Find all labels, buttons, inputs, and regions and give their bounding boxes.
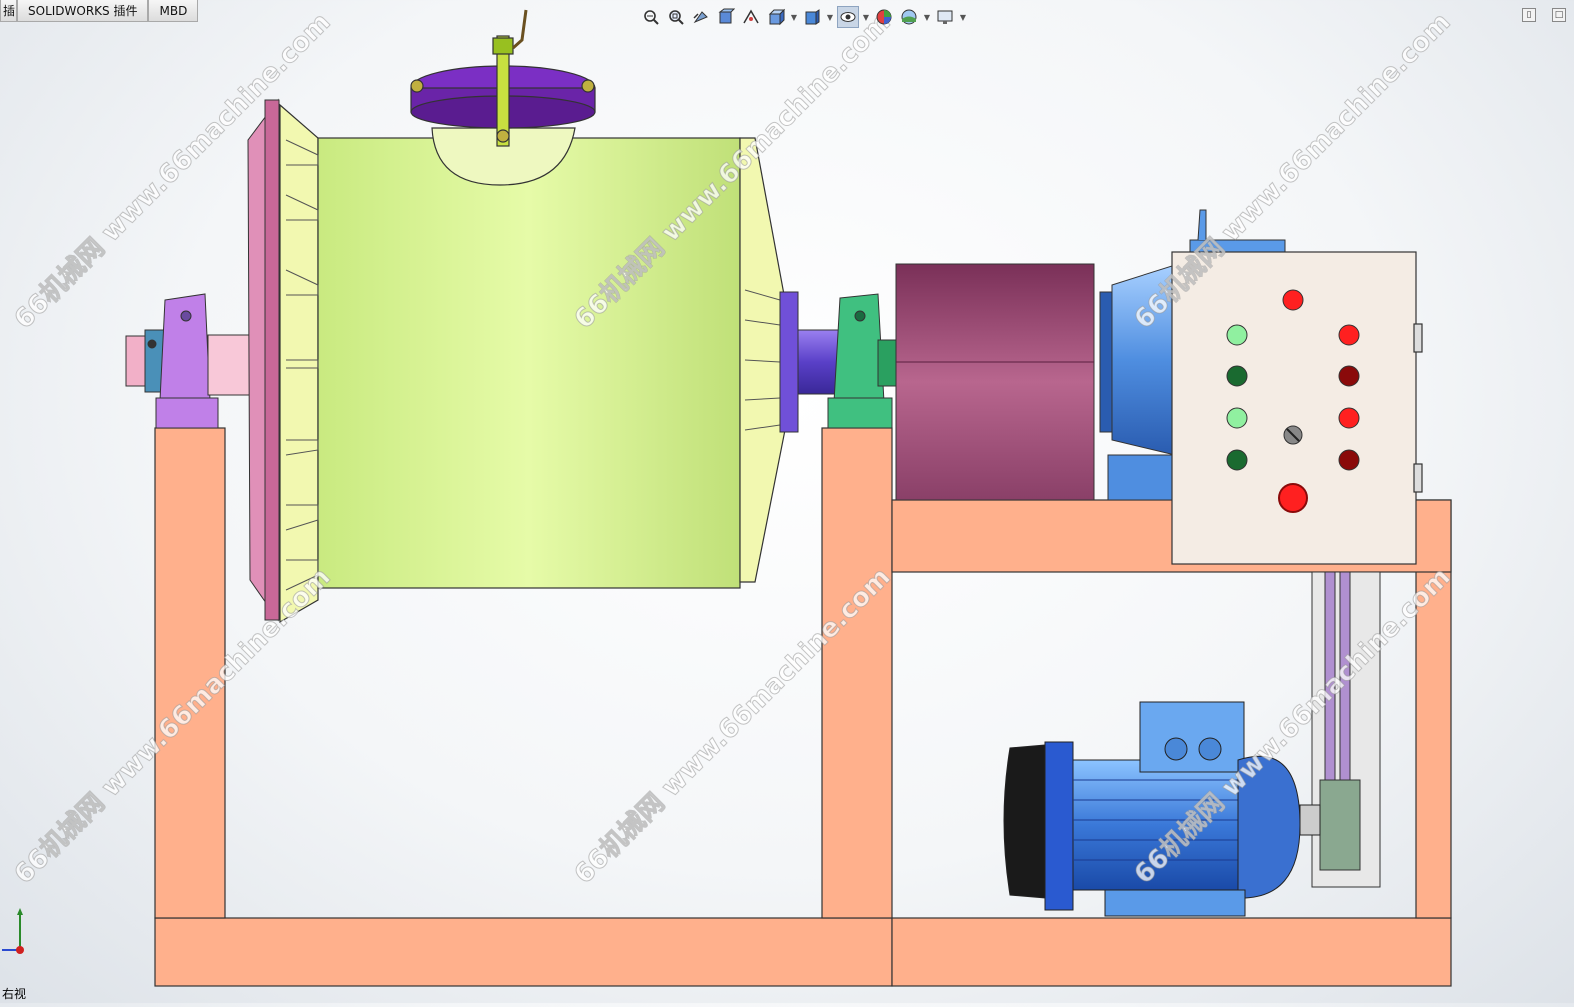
graphics-viewport[interactable] [0,0,1574,1003]
right-bearing[interactable] [827,293,899,429]
chevron-down-icon[interactable]: ▼ [826,13,834,22]
reducer-coupling-guard[interactable] [895,263,1095,501]
electric-motor[interactable] [1003,701,1321,917]
section-view-icon[interactable] [715,6,737,28]
drive-belt[interactable] [1311,571,1381,888]
maximize-pane-icon[interactable]: □ [1552,8,1566,22]
view-orientation-label: 右视 [2,987,27,1001]
left-bearing[interactable] [125,293,219,429]
chevron-down-icon[interactable]: ▼ [790,13,798,22]
apply-scene-icon[interactable] [898,6,920,28]
zoom-to-area-icon[interactable] [665,6,687,28]
chevron-down-icon[interactable]: ▼ [959,13,967,22]
mixing-drum[interactable] [279,103,786,624]
lamp-green-2 [1226,365,1248,387]
emergency-stop-button[interactable] [1278,483,1308,513]
command-manager-tabs: 插 SOLIDWORKS 插件 MBD [0,0,199,23]
zoom-to-fit-icon[interactable] [640,6,662,28]
display-style-icon[interactable] [801,6,823,28]
chevron-down-icon[interactable]: ▼ [862,13,870,22]
lamp-green-3 [1226,407,1248,429]
lamp-red-1 [1338,324,1360,346]
view-orientation-icon[interactable] [765,6,787,28]
hide-show-items-icon[interactable] [837,6,859,28]
lamp-red-2 [1338,365,1360,387]
edit-appearance-icon[interactable] [873,6,895,28]
restore-pane-icon[interactable]: ▯ [1522,8,1536,22]
model-drawing [125,9,1452,987]
lamp-green-4 [1226,449,1248,471]
tab-solidworks-addins[interactable]: SOLIDWORKS 插件 [17,0,149,22]
lamp-red-3 [1338,407,1360,429]
previous-view-icon[interactable] [690,6,712,28]
heads-up-view-toolbar: ▼ ▼ ▼ ▼ ▼ [640,6,967,28]
tab-truncated[interactable]: 插 [0,0,17,22]
lamp-red-4 [1338,449,1360,471]
dynamic-annotation-icon[interactable] [740,6,762,28]
lamp-green-1 [1226,324,1248,346]
coordinate-triad-icon [2,908,24,954]
chevron-down-icon[interactable]: ▼ [923,13,931,22]
view-settings-icon[interactable] [934,6,956,28]
lamp-red-top [1282,289,1304,311]
tab-mbd[interactable]: MBD [148,0,199,22]
